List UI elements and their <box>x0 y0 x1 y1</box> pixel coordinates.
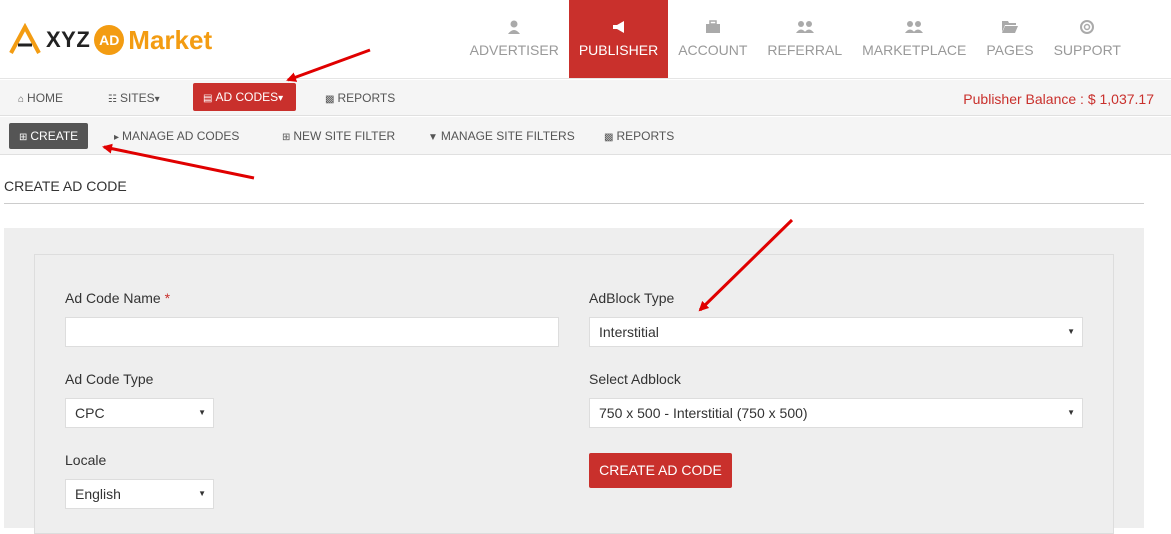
life-ring-icon <box>1080 20 1095 36</box>
locale-value: English <box>75 486 121 502</box>
caret-down-icon: ▼ <box>1067 408 1075 417</box>
manage-ad-codes-tab[interactable]: ▸ MANAGE AD CODES <box>114 117 239 155</box>
title-divider <box>4 203 1144 204</box>
create-tab-label: CREATE <box>30 129 79 143</box>
caret-down-icon: ▼ <box>198 489 206 498</box>
publisher-subnav: ⌂ HOME ☷ SITES▾ ▤ AD CODES▾ ▩ REPORTS Publis… <box>0 80 1171 116</box>
logo-text-market: Market <box>128 24 213 55</box>
nav-support-label: SUPPORT <box>1053 42 1121 58</box>
select-adblock-select[interactable]: 750 x 500 - Interstitial (750 x 500) ▼ <box>589 398 1083 428</box>
subnav-home-label: HOME <box>27 91 64 105</box>
nav-advertiser-label: ADVERTISER <box>469 42 559 58</box>
briefcase-icon <box>705 20 720 36</box>
nav-marketplace-label: MARKETPLACE <box>862 42 967 58</box>
adblock-type-value: Interstitial <box>599 324 659 340</box>
nav-marketplace[interactable]: MARKETPLACE <box>852 0 976 78</box>
nav-advertiser[interactable]: ADVERTISER <box>460 0 569 78</box>
filter-icon: ▼ <box>428 132 438 143</box>
subnav-sites-label: SITES <box>119 91 155 105</box>
nav-referral[interactable]: REFERRAL <box>757 0 852 78</box>
bar-chart-icon: ▩ <box>604 132 614 143</box>
users-icon <box>795 20 814 36</box>
main-nav: ADVERTISER PUBLISHER ACCOUNT REFERRAL MA… <box>460 0 1131 78</box>
bullhorn-icon: ▸ <box>114 132 120 143</box>
logo-ad-badge: AD <box>94 25 125 55</box>
ad-code-name-label: Ad Code Name * <box>65 290 170 306</box>
subnav-ad-codes[interactable]: ▤ AD CODES▾ <box>193 83 297 111</box>
nav-pages-label: PAGES <box>986 42 1034 58</box>
brand-logo[interactable]: XYZ AD Market <box>8 20 212 60</box>
subnav-reports[interactable]: ▩ REPORTS <box>325 80 395 116</box>
file-code-icon: ▤ <box>203 93 213 104</box>
ad-codes-subnav: ⊞ CREATE ▸ MANAGE AD CODES ⊞ NEW SITE FILTE… <box>0 117 1171 155</box>
required-marker: * <box>164 290 171 306</box>
logo-text-xyz: XYZ <box>46 27 91 52</box>
users-icon <box>905 20 924 36</box>
top-header: XYZ AD Market ADVERTISER PUBLISHER ACCOU… <box>0 0 1171 79</box>
nav-publisher[interactable]: PUBLISHER <box>568 0 669 78</box>
nav-account-label: ACCOUNT <box>678 42 748 58</box>
ad-code-type-value: CPC <box>75 405 105 421</box>
nav-support[interactable]: SUPPORT <box>1044 0 1131 78</box>
reports-tab[interactable]: ▩ REPORTS <box>604 117 674 155</box>
nav-publisher-label: PUBLISHER <box>578 42 659 58</box>
folder-open-icon <box>1001 20 1018 36</box>
locale-select[interactable]: English ▼ <box>65 479 214 509</box>
caret-down-icon: ▼ <box>1067 327 1075 336</box>
caret-down-icon: ▼ <box>198 408 206 417</box>
manage-ad-codes-label: MANAGE AD CODES <box>122 129 240 143</box>
locale-label: Locale <box>65 452 107 468</box>
subnav-reports-label: REPORTS <box>337 91 396 105</box>
subnav-home[interactable]: ⌂ HOME <box>18 80 63 116</box>
select-adblock-value: 750 x 500 - Interstitial (750 x 500) <box>599 405 808 421</box>
logo-mark-icon <box>9 23 41 54</box>
ad-code-type-select[interactable]: CPC ▼ <box>65 398 214 428</box>
new-site-filter-label: NEW SITE FILTER <box>293 129 396 143</box>
create-ad-code-button[interactable]: CREATE AD CODE <box>589 453 732 488</box>
select-adblock-label: Select Adblock <box>589 371 681 387</box>
plus-square-icon: ⊞ <box>19 132 28 143</box>
nav-account[interactable]: ACCOUNT <box>668 0 757 78</box>
manage-site-filters-label: MANAGE SITE FILTERS <box>440 129 575 143</box>
page-title: CREATE AD CODE <box>4 178 127 194</box>
manage-site-filters-tab[interactable]: ▼ MANAGE SITE FILTERS <box>428 117 575 155</box>
ad-code-name-input[interactable] <box>65 317 559 347</box>
sitemap-icon: ☷ <box>108 94 117 105</box>
nav-pages[interactable]: PAGES <box>976 0 1043 78</box>
publisher-balance: Publisher Balance : $ 1,037.17 <box>963 91 1154 107</box>
reports-tab-label: REPORTS <box>616 129 675 143</box>
subnav-ad-codes-label: AD CODES <box>215 90 279 104</box>
ad-code-name-label-text: Ad Code Name <box>65 290 161 306</box>
nav-referral-label: REFERRAL <box>767 42 843 58</box>
bar-chart-icon: ▩ <box>325 94 335 105</box>
ad-code-type-label: Ad Code Type <box>65 371 154 387</box>
subnav-sites[interactable]: ☷ SITES▾ <box>108 80 163 116</box>
create-tab[interactable]: ⊞ CREATE <box>9 123 89 149</box>
home-icon: ⌂ <box>18 94 25 105</box>
caret-down-icon: ▾ <box>278 93 284 104</box>
adblock-type-select[interactable]: Interstitial ▼ <box>589 317 1083 347</box>
adblock-type-label: AdBlock Type <box>589 290 675 306</box>
new-site-filter-tab[interactable]: ⊞ NEW SITE FILTER <box>282 117 395 155</box>
plus-square-icon: ⊞ <box>282 132 291 143</box>
caret-down-icon: ▾ <box>154 94 160 105</box>
user-icon <box>508 20 521 36</box>
bullhorn-icon <box>612 20 626 36</box>
